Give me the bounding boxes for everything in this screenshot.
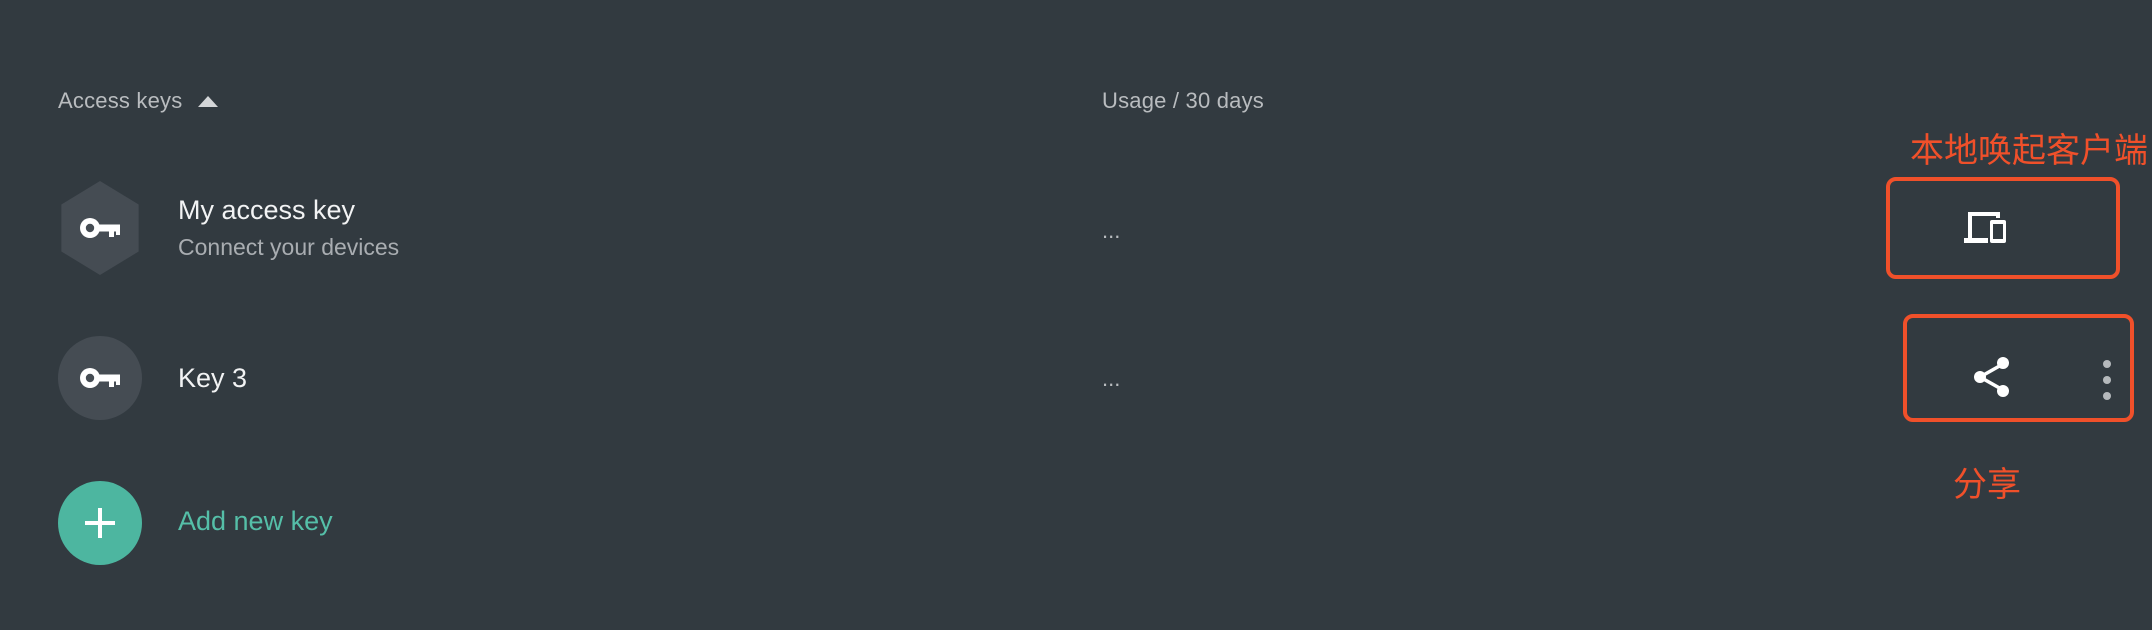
access-keys-header-label: Access keys xyxy=(58,88,183,113)
key-icon xyxy=(80,368,120,388)
access-keys-header[interactable]: Access keys xyxy=(58,88,219,114)
share-icon xyxy=(1974,357,2009,397)
key-3-usage: ... xyxy=(1102,366,1121,391)
share-button[interactable] xyxy=(1970,355,2014,399)
plus-icon xyxy=(85,508,115,538)
usage-header: Usage / 30 days xyxy=(1102,88,1264,113)
key-icon xyxy=(80,218,120,238)
add-key-button[interactable] xyxy=(58,481,142,565)
access-key-avatar xyxy=(61,181,139,275)
share-annotation-label: 分享 xyxy=(1953,465,2021,505)
access-key-subtitle: Connect your devices xyxy=(178,234,400,260)
sort-ascending-icon[interactable] xyxy=(198,95,219,107)
key-3-avatar xyxy=(58,336,142,420)
more-options-icon[interactable] xyxy=(2100,360,2114,400)
connect-annotation-label: 本地唤起客户端 xyxy=(1910,131,2148,171)
access-key-usage: ... xyxy=(1102,218,1121,243)
key-3-title[interactable]: Key 3 xyxy=(178,363,247,394)
access-key-title[interactable]: My access key xyxy=(178,195,355,226)
devices-icon xyxy=(1964,212,2006,243)
add-key-label[interactable]: Add new key xyxy=(178,506,333,537)
connect-devices-button[interactable] xyxy=(1962,208,2008,248)
